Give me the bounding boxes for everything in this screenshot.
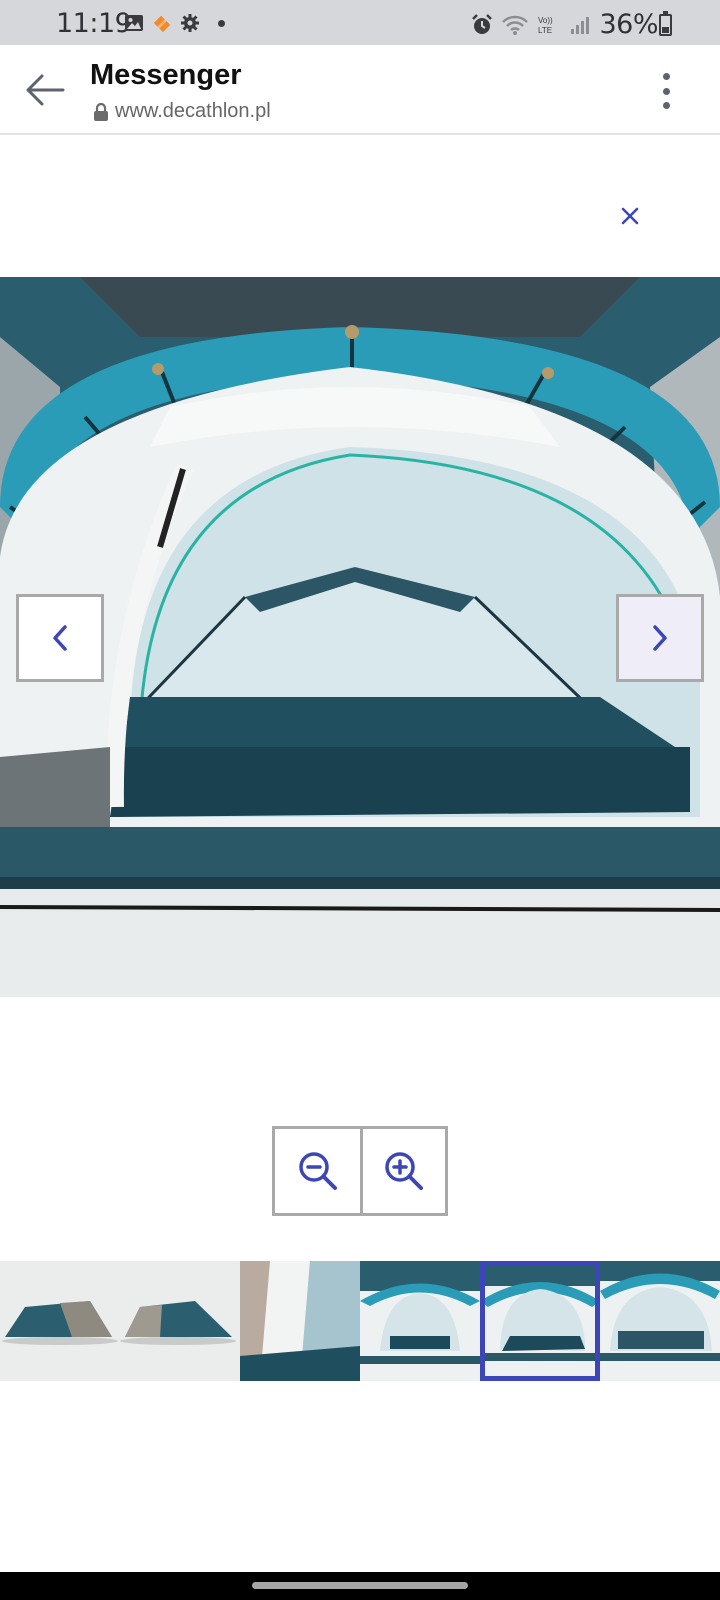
thumbnail-tent-interior-door — [480, 1261, 600, 1381]
svg-text:Vo)): Vo)) — [538, 16, 553, 25]
page-title: Messenger — [90, 59, 242, 91]
system-icons: Vo)) LTE 36% — [471, 9, 658, 40]
alarm-icon — [472, 13, 493, 34]
gallery-icon — [125, 15, 143, 31]
back-button[interactable] — [22, 67, 68, 113]
more-vert-dot — [662, 87, 670, 95]
more-vert-icon — [662, 73, 670, 80]
thumbnail-tent-interior-wide — [360, 1261, 480, 1381]
app-notification-icon — [153, 15, 171, 33]
url-bar[interactable]: www.decathlon.pl — [93, 100, 271, 123]
chevron-left-icon — [53, 625, 67, 651]
signal-icon — [571, 16, 590, 34]
thumbnail-5[interactable] — [600, 1261, 720, 1381]
more-options-button[interactable] — [654, 71, 678, 111]
zoom-in-icon — [385, 1152, 423, 1190]
close-button[interactable] — [612, 198, 648, 234]
thumbnail-tent-exterior — [0, 1261, 240, 1381]
system-navigation-bar — [0, 1572, 720, 1600]
battery-percent: 36% — [599, 9, 658, 40]
settings-icon — [181, 14, 199, 32]
thumbnail-2[interactable] — [240, 1261, 360, 1381]
thumbnail-3[interactable] — [360, 1261, 480, 1381]
lock-icon — [94, 102, 108, 121]
tent-interior-photo — [0, 277, 720, 997]
next-image-button[interactable] — [616, 594, 704, 682]
status-time: 11:19 — [56, 8, 132, 39]
close-icon — [621, 207, 639, 225]
product-image[interactable] — [0, 277, 720, 997]
dot-icon — [218, 19, 225, 27]
back-arrow-icon — [26, 74, 65, 106]
thumbnail-1[interactable] — [0, 1261, 240, 1381]
more-vert-dot — [662, 102, 670, 109]
thumbnail-4[interactable] — [480, 1261, 600, 1381]
notification-icons — [124, 13, 225, 33]
battery-level — [662, 26, 669, 33]
thumbnail-tent-bedroom — [600, 1261, 720, 1381]
zoom-out-icon — [298, 1152, 337, 1190]
browser-header: Messenger www.decathlon.pl — [0, 45, 720, 135]
home-gesture-handle[interactable] — [252, 1582, 468, 1589]
previous-image-button[interactable] — [16, 594, 104, 682]
zoom-in-button[interactable] — [360, 1129, 445, 1213]
thumbnail-strip — [0, 1261, 720, 1381]
thumbnail-tent-side — [240, 1261, 360, 1381]
battery-icon — [659, 11, 672, 36]
wifi-icon — [502, 15, 529, 35]
zoom-controls — [272, 1126, 448, 1216]
chevron-right-icon — [653, 625, 667, 651]
page-url: www.decathlon.pl — [115, 100, 271, 122]
zoom-out-button[interactable] — [275, 1129, 360, 1213]
volte-icon: Vo))LTE — [538, 16, 553, 35]
svg-text:LTE: LTE — [538, 26, 552, 35]
status-bar: 11:19 Vo)) LTE 36% — [0, 0, 720, 45]
